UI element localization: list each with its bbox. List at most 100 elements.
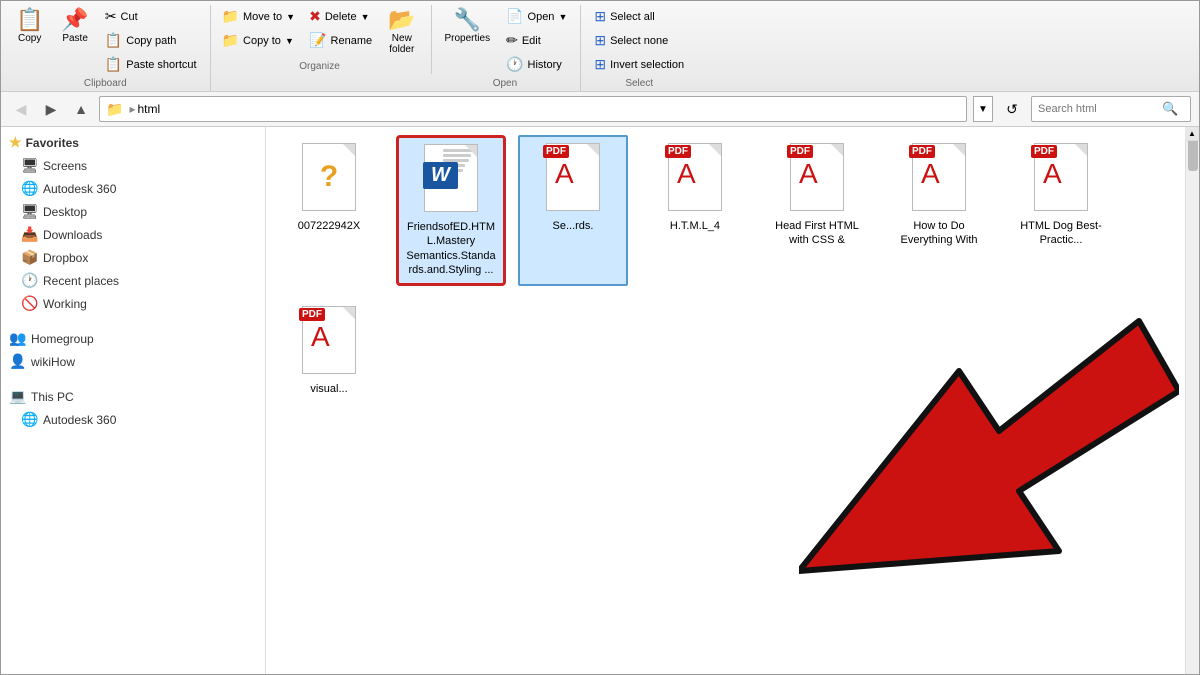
address-bar[interactable]: 📁 ▸ html bbox=[99, 96, 967, 122]
file-se-rds[interactable]: A PDF Se...rds. bbox=[518, 135, 628, 286]
sidebar: ★ Favorites 🖥 Screens 🌐 Autodesk 360 🖥 D… bbox=[1, 127, 266, 674]
homegroup-icon: 👥 bbox=[9, 330, 25, 347]
working-icon: 🚫 bbox=[21, 295, 37, 312]
sidebar-item-screens[interactable]: 🖥 Screens bbox=[1, 154, 265, 177]
sidebar-divider2 bbox=[1, 377, 265, 385]
paste-icon: 📌 bbox=[61, 9, 88, 31]
select-group-label: Select bbox=[587, 76, 691, 91]
paste-label: Paste bbox=[62, 33, 88, 44]
sidebar-item-homegroup[interactable]: 👥 Homegroup bbox=[1, 327, 265, 350]
acrobat-icon-8: A bbox=[311, 321, 330, 353]
paste-shortcut-button[interactable]: 📋 Paste shortcut bbox=[100, 53, 202, 76]
invert-selection-button[interactable]: ⊞ Invert selection bbox=[587, 53, 691, 76]
copy-to-button[interactable]: 📁 Copy to ▼ bbox=[217, 29, 301, 52]
sidebar-item-downloads[interactable]: 📥 Downloads bbox=[1, 223, 265, 246]
unknown-icon-wrap: ? bbox=[297, 143, 361, 215]
favorites-section: ★ Favorites 🖥 Screens 🌐 Autodesk 360 🖥 D… bbox=[1, 131, 265, 315]
file-friendsofed-name: FriendsofED.HTML.Mastery Semantics.Stand… bbox=[405, 220, 497, 277]
up-button[interactable]: ▲ bbox=[69, 97, 93, 121]
sidebar-item-thispc[interactable]: 💻 This PC bbox=[1, 385, 265, 408]
select-all-button[interactable]: ⊞ Select all bbox=[587, 5, 691, 28]
file-headfirst[interactable]: A PDF Head First HTML with CSS & bbox=[762, 135, 872, 286]
edit-button[interactable]: ✏ Edit bbox=[501, 29, 572, 52]
open-button[interactable]: 📄 Open ▼ bbox=[501, 5, 572, 28]
file-visual[interactable]: A PDF visual... bbox=[274, 298, 384, 404]
path-separator: ▸ bbox=[129, 102, 135, 116]
select-all-icon: ⊞ bbox=[594, 8, 606, 25]
thispc-label: This PC bbox=[31, 390, 74, 404]
history-button[interactable]: 🕐 History bbox=[501, 53, 572, 76]
dropbox-icon: 📦 bbox=[21, 249, 37, 266]
sidebar-item-autodesk[interactable]: 🌐 Autodesk 360 bbox=[1, 177, 265, 200]
file-howtodo-name: How to Do Everything With bbox=[892, 219, 986, 248]
path-text: html bbox=[137, 102, 160, 116]
pdf-badge-4: PDF bbox=[665, 145, 691, 158]
file-007222942x[interactable]: ? 007222942X bbox=[274, 135, 384, 286]
new-folder-button[interactable]: 📂 New folder bbox=[381, 5, 422, 59]
acrobat-icon-3: A bbox=[555, 158, 574, 190]
paste-button[interactable]: 📌 Paste bbox=[54, 5, 95, 48]
cut-button[interactable]: ✂ Cut bbox=[100, 5, 202, 28]
back-button[interactable]: ◀ bbox=[9, 97, 33, 121]
invert-icon: ⊞ bbox=[594, 56, 606, 73]
sidebar-item-working[interactable]: 🚫 Working bbox=[1, 292, 265, 315]
history-label: History bbox=[528, 59, 562, 71]
word-badge: W bbox=[423, 162, 458, 189]
search-icon: 🔍 bbox=[1162, 101, 1178, 117]
sidebar-item-wikihow[interactable]: 👤 wikiHow bbox=[1, 350, 265, 373]
file-area-scrollbar[interactable] bbox=[1185, 127, 1199, 674]
properties-label: Properties bbox=[445, 33, 491, 44]
scroll-up-icon: ▲ bbox=[1188, 129, 1196, 138]
copy-path-button[interactable]: 📋 Copy path bbox=[100, 29, 202, 52]
file-headfirst-name: Head First HTML with CSS & bbox=[770, 219, 864, 248]
refresh-button[interactable]: ↺ bbox=[999, 96, 1025, 122]
organize-small-group2: ✖ Delete ▼ 📝 Rename bbox=[304, 5, 377, 52]
sidebar-item-dropbox[interactable]: 📦 Dropbox bbox=[1, 246, 265, 269]
clipboard-label: Clipboard bbox=[9, 76, 202, 91]
sidebar-item-desktop[interactable]: 🖥 Desktop bbox=[1, 200, 265, 223]
search-box: 🔍 bbox=[1031, 96, 1191, 122]
select-none-label: Select none bbox=[610, 35, 668, 47]
screens-label: Screens bbox=[43, 159, 87, 173]
sidebar-item-autodesk360[interactable]: 🌐 Autodesk 360 bbox=[1, 408, 265, 431]
delete-button[interactable]: ✖ Delete ▼ bbox=[304, 5, 377, 28]
star-icon: ★ bbox=[9, 134, 22, 151]
move-to-button[interactable]: 📁 Move to ▼ bbox=[217, 5, 301, 28]
rename-icon: 📝 bbox=[309, 32, 326, 49]
move-to-label: Move to bbox=[243, 11, 282, 23]
address-dropdown[interactable]: ▼ bbox=[973, 96, 993, 122]
invert-label: Invert selection bbox=[610, 59, 684, 71]
paste-shortcut-label: Paste shortcut bbox=[126, 59, 196, 71]
copy-path-icon: 📋 bbox=[105, 32, 122, 49]
pdf-icon-wrap-4: A PDF bbox=[663, 143, 727, 215]
desktop-icon: 🖥 bbox=[21, 203, 37, 220]
rename-button[interactable]: 📝 Rename bbox=[304, 29, 377, 52]
edit-label: Edit bbox=[522, 35, 541, 47]
properties-button[interactable]: 🔧 Properties bbox=[438, 5, 498, 48]
screens-icon: 🖥 bbox=[21, 157, 37, 174]
scrollbar-up-btn[interactable]: ▲ bbox=[1185, 127, 1199, 141]
search-input[interactable] bbox=[1038, 103, 1158, 115]
toolbar: ◀ ▶ ▲ 📁 ▸ html ▼ ↺ 🔍 bbox=[1, 92, 1199, 127]
file-htmldog[interactable]: A PDF HTML Dog Best-Practic... bbox=[1006, 135, 1116, 286]
copy-button[interactable]: 📋 Copy bbox=[9, 5, 50, 48]
file-friendsofed[interactable]: W FriendsofED.HTML.Mastery Semantics.Sta… bbox=[396, 135, 506, 286]
red-arrow-overlay bbox=[799, 311, 1179, 614]
file-se-rds-name: Se...rds. bbox=[553, 219, 594, 233]
organize-small-group: 📁 Move to ▼ 📁 Copy to ▼ bbox=[217, 5, 301, 52]
forward-button[interactable]: ▶ bbox=[39, 97, 63, 121]
properties-icon: 🔧 bbox=[454, 9, 481, 31]
select-all-label: Select all bbox=[610, 11, 655, 23]
file-howtodo[interactable]: A PDF How to Do Everything With bbox=[884, 135, 994, 286]
sidebar-divider1 bbox=[1, 319, 265, 327]
acrobat-icon-6: A bbox=[921, 158, 940, 190]
new-folder-label: New folder bbox=[389, 33, 414, 55]
select-none-button[interactable]: ⊞ Select none bbox=[587, 29, 691, 52]
paste-shortcut-icon: 📋 bbox=[105, 56, 122, 73]
pdf-icon-wrap-5: A PDF bbox=[785, 143, 849, 215]
pdf-badge-7: PDF bbox=[1031, 145, 1057, 158]
move-icon: 📁 bbox=[222, 8, 239, 25]
sidebar-item-recent[interactable]: 🕐 Recent places bbox=[1, 269, 265, 292]
file-html4[interactable]: A PDF H.T.M.L_4 bbox=[640, 135, 750, 286]
favorites-header[interactable]: ★ Favorites bbox=[1, 131, 265, 154]
